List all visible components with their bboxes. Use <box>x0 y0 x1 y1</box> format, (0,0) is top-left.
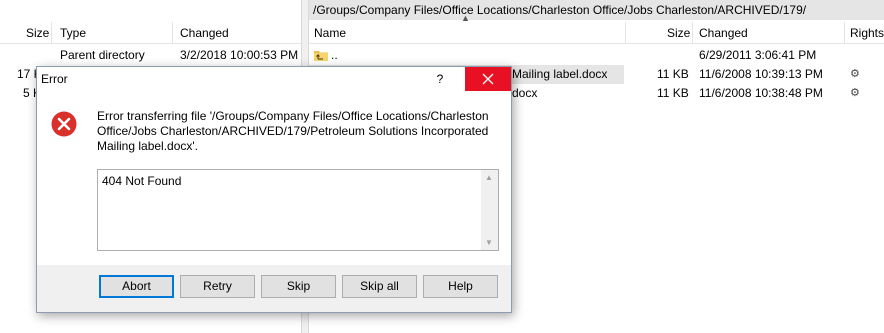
column-size[interactable]: Size <box>26 26 49 40</box>
local-column-header: Size Type Changed <box>0 22 301 44</box>
rights-gear-icon: ⚙ <box>850 87 860 99</box>
column-divider[interactable] <box>625 22 626 44</box>
item-name: Mailing label.docx <box>512 67 608 81</box>
scroll-up-icon[interactable]: ▲ <box>485 173 493 182</box>
scroll-down-icon[interactable]: ▼ <box>485 238 493 247</box>
parent-folder-icon <box>314 51 328 61</box>
item-changed: 11/6/2008 10:38:48 PM <box>699 86 823 100</box>
skip-all-button[interactable]: Skip all <box>342 275 417 298</box>
help-button[interactable]: Help <box>423 275 498 298</box>
item-name: docx <box>512 86 538 100</box>
remote-path-bar[interactable]: /Groups/Company Files/Office Locations/C… <box>309 0 884 20</box>
details-scrollbar[interactable]: ▲ ▼ <box>481 170 498 250</box>
skip-button[interactable]: Skip <box>261 275 336 298</box>
error-details-box[interactable]: 404 Not Found ▲ ▼ <box>97 169 499 251</box>
column-divider[interactable] <box>844 22 845 44</box>
dialog-button-bar: Abort Retry Skip Skip all Help <box>37 265 511 312</box>
retry-button[interactable]: Retry <box>180 275 255 298</box>
list-item[interactable]: .. 6/29/2011 3:06:41 PM <box>309 46 884 65</box>
column-changed[interactable]: Changed <box>180 26 229 40</box>
column-divider[interactable] <box>692 22 693 44</box>
column-name[interactable]: Name <box>314 26 346 40</box>
error-message: Error transferring file '/Groups/Company… <box>97 109 489 153</box>
item-size: 11 KB <box>657 86 689 100</box>
item-type: Parent directory <box>60 48 145 62</box>
column-type[interactable]: Type <box>60 26 86 40</box>
dialog-title: Error <box>41 72 68 86</box>
item-changed: 3/2/2018 10:00:53 PM <box>180 48 299 62</box>
item-size: 11 KB <box>657 67 689 81</box>
item-changed: 11/6/2008 10:39:13 PM <box>699 67 823 81</box>
remote-column-header: Name Size Changed Rights <box>309 22 884 44</box>
column-divider[interactable] <box>172 22 173 44</box>
column-divider[interactable] <box>51 22 52 44</box>
error-dialog: Error ? Error transferring file '/Groups… <box>36 66 512 313</box>
column-changed[interactable]: Changed <box>699 26 748 40</box>
error-icon <box>51 111 77 137</box>
column-rights[interactable]: Rights <box>850 26 884 40</box>
close-icon <box>482 73 494 85</box>
help-icon[interactable]: ? <box>429 70 451 88</box>
app-window: Size Type Changed Parent directory 3/2/2… <box>0 0 884 333</box>
close-button[interactable] <box>465 67 511 91</box>
abort-button[interactable]: Abort <box>99 275 174 298</box>
item-name: .. <box>331 48 338 62</box>
rights-gear-icon: ⚙ <box>850 68 860 80</box>
item-changed: 6/29/2011 3:06:41 PM <box>699 48 817 62</box>
dialog-titlebar[interactable]: Error ? <box>37 67 511 91</box>
error-details: 404 Not Found <box>102 174 182 188</box>
column-size[interactable]: Size <box>667 26 690 40</box>
list-item[interactable]: Parent directory 3/2/2018 10:00:53 PM <box>0 46 301 65</box>
